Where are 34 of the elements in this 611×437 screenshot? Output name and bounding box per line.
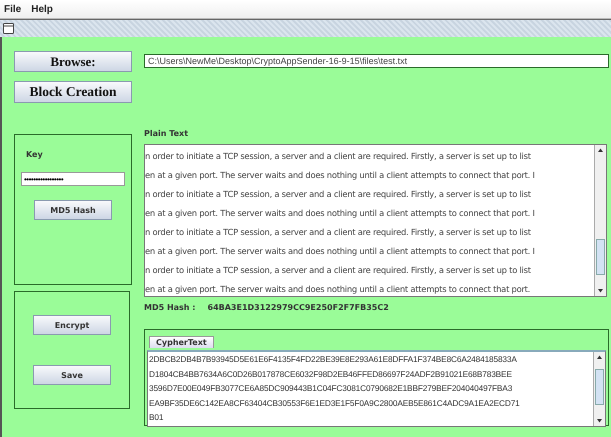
text-line: en at a given port. The server waits and does nothing until a client attempts to connect that port. I [145,207,536,220]
cypher-text-area[interactable] [147,350,606,428]
plain-text-area[interactable] [144,144,607,298]
scrollbar[interactable] [594,145,606,296]
cypher-text-tab[interactable]: CypherText [149,336,214,348]
text-line: en at a given port. The server waits and does nothing until a client attempts to connect that port. I [145,169,536,182]
scroll-thumb[interactable] [595,369,604,406]
text-line: en at a given port. The server waits and does nothing until a client attempts to connect that port. [145,283,532,296]
text-line: n order to initiate a TCP session, a server and a client are required. Firstly, a server is set up to list [145,264,532,278]
scrollbar[interactable] [593,352,605,426]
text-line: n order to initiate a TCP session, a server and a client are required. Firstly, a server is set up to list [145,150,532,164]
action-button[interactable]: Save [33,365,111,386]
file-path-field[interactable]: C:\Users\NewMe\Desktop\CryptoAppSender-16-9-15\files\test.txt [144,54,609,68]
hex-line: D1804CB4BB7634A6C0D26B017878CE6032F98D2EB46FFED86697F24ADF2B91021E68B783BEE [148,368,513,381]
menu-item[interactable]: File [4,4,22,14]
action-button[interactable]: Encrypt [33,315,111,336]
plain-text-label: Plain Text [144,129,188,138]
md5-hash-value: 64BA3E1D3122979CC9E250F2F7FB35C2 [208,303,389,312]
browse-button[interactable]: Browse: [14,51,132,72]
hex-line: EA9BF35DE6C142EA8CF63404CB30553F6E1ED3E1F5F0A9C2800AEB5E861C4ADC9A1EA2ECD71 [148,396,521,410]
key-field[interactable]: ••••••••••••••••• [21,172,125,186]
block-creation-button[interactable]: Block Creation [14,81,132,103]
hex-line: 2DBCB2DB4B7B93945D5E61E6F4135F4FD22BE39E8E293A61E8DFFA1F374BE8C6A2484185833A [148,353,518,366]
hex-line: 3596D7E00E049FB3077CE6A85DC909443B1C04FC3081C0790682E1BBF279BEF204040497FBA3 [148,382,514,396]
text-line: n order to initiate a TCP session, a server and a client are required. Firstly, a server is set up to list [145,226,532,240]
menu-item[interactable]: Help [31,4,53,14]
md5-hash-label: MD5 Hash : [144,303,196,312]
md5-hash-button[interactable]: MD5 Hash [34,200,112,220]
text-line: en at a given port. The server waits and does nothing until a client attempts to connect that port. I [145,245,536,258]
text-line: n order to initiate a TCP session, a server and a client are required. Firstly, a server is set up to list [145,188,532,202]
scroll-thumb[interactable] [596,239,605,276]
key-label: Key [26,150,43,160]
hex-line: B01 [148,411,164,424]
window-icon[interactable] [3,23,14,34]
